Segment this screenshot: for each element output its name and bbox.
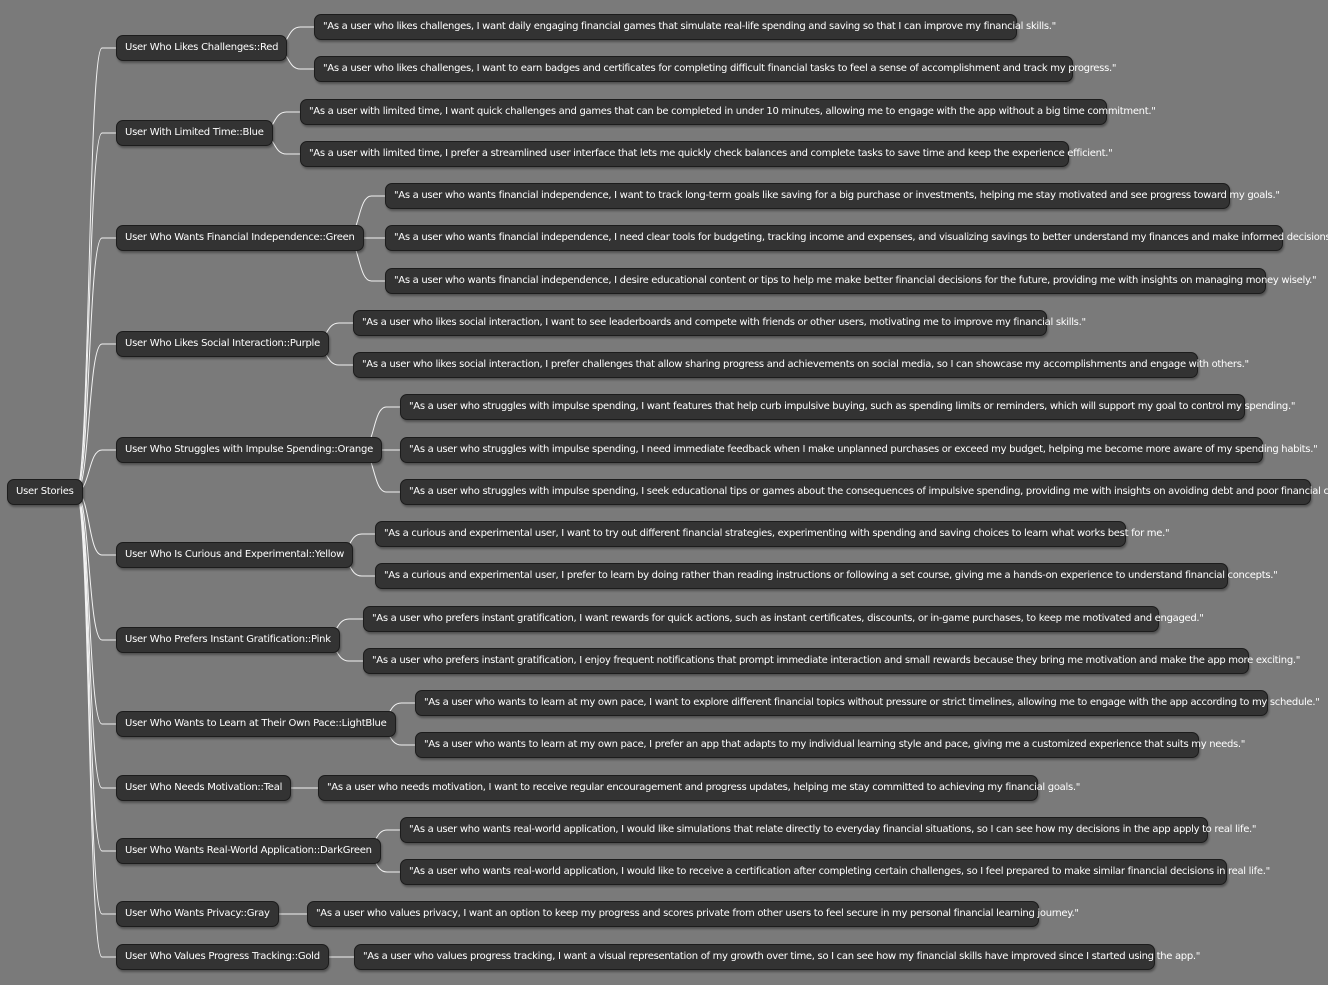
story-text: "As a user who likes social interaction,…	[362, 317, 1086, 328]
branch-node-user-who-wants-financial-independence[interactable]: User Who Wants Financial Independence::G…	[116, 225, 364, 251]
branch-label: User With Limited Time::Blue	[125, 127, 264, 138]
story-text: "As a user who wants financial independe…	[394, 190, 1280, 201]
branch-label: User Who Needs Motivation::Teal	[125, 782, 283, 793]
branch-node-user-who-values-progress-tracking[interactable]: User Who Values Progress Tracking::Gold	[116, 944, 329, 970]
story-text: "As a user who wants to learn at my own …	[424, 697, 1320, 708]
story-node[interactable]: "As a user who prefers instant gratifica…	[363, 648, 1300, 674]
branch-node-user-who-wants-to-learn-at-their-own-pace[interactable]: User Who Wants to Learn at Their Own Pac…	[116, 711, 396, 737]
branch-node-user-with-limited-time[interactable]: User With Limited Time::Blue	[116, 120, 273, 146]
story-node[interactable]: "As a user who wants real-world applicat…	[400, 859, 1270, 885]
story-node[interactable]: "As a curious and experimental user, I p…	[375, 563, 1278, 589]
story-text: "As a user who likes social interaction,…	[362, 359, 1249, 370]
story-node[interactable]: "As a user who struggles with impulse sp…	[400, 394, 1295, 420]
story-text: "As a user with limited time, I want qui…	[309, 106, 1156, 117]
story-text: "As a curious and experimental user, I w…	[384, 528, 1170, 539]
root-node[interactable]: User Stories	[7, 479, 83, 505]
story-text: "As a user who wants financial independe…	[394, 232, 1328, 243]
branch-node-user-who-needs-motivation[interactable]: User Who Needs Motivation::Teal	[116, 775, 292, 801]
branch-node-user-who-likes-challenges[interactable]: User Who Likes Challenges::Red	[116, 35, 288, 61]
story-text: "As a user who needs motivation, I want …	[327, 782, 1081, 793]
story-node[interactable]: "As a user who wants real-world applicat…	[400, 817, 1257, 843]
branch-label: User Who Likes Challenges::Red	[125, 42, 279, 53]
branch-label: User Who Wants Privacy::Gray	[125, 908, 270, 919]
story-node[interactable]: "As a user who struggles with impulse sp…	[400, 479, 1328, 505]
branch-label: User Who Wants Real-World Application::D…	[125, 845, 372, 856]
story-node[interactable]: "As a user with limited time, I want qui…	[300, 99, 1156, 125]
story-node[interactable]: "As a user who values progress tracking,…	[354, 944, 1200, 970]
story-text: "As a user who likes challenges, I want …	[323, 63, 1117, 74]
branch-label: User Who Prefers Instant Gratification::…	[125, 634, 331, 645]
story-text: "As a user who likes challenges, I want …	[323, 21, 1056, 32]
story-text: "As a user with limited time, I prefer a…	[309, 148, 1113, 159]
story-text: "As a user who wants real-world applicat…	[409, 866, 1270, 877]
story-text: "As a user who prefers instant gratifica…	[372, 613, 1204, 624]
story-node[interactable]: "As a user who wants to learn at my own …	[415, 732, 1245, 758]
story-node[interactable]: "As a user who wants financial independe…	[385, 268, 1317, 294]
branch-label: User Who Struggles with Impulse Spending…	[125, 444, 373, 455]
branch-node-user-who-is-curious-and-experimental[interactable]: User Who Is Curious and Experimental::Ye…	[116, 542, 354, 568]
story-text: "As a user who wants financial independe…	[394, 275, 1317, 286]
story-node[interactable]: "As a user who needs motivation, I want …	[318, 775, 1080, 801]
branch-node-user-who-likes-social-interaction[interactable]: User Who Likes Social Interaction::Purpl…	[116, 331, 329, 357]
root-branch-connector	[75, 491, 116, 852]
branch-label: User Who Wants Financial Independence::G…	[125, 232, 355, 243]
story-text: "As a user who values privacy, I want an…	[316, 908, 1079, 919]
story-node[interactable]: "As a user who prefers instant gratifica…	[363, 606, 1204, 632]
story-node[interactable]: "As a user who wants financial independe…	[385, 183, 1280, 209]
story-text: "As a user who struggles with impulse sp…	[409, 444, 1318, 455]
mindmap-canvas: User Stories User Who Likes Challenges::…	[0, 0, 1328, 985]
story-node[interactable]: "As a user who wants to learn at my own …	[415, 690, 1320, 716]
story-text: "As a user who prefers instant gratifica…	[372, 655, 1301, 666]
story-node[interactable]: "As a user who likes social interaction,…	[353, 352, 1249, 378]
story-node[interactable]: "As a curious and experimental user, I w…	[375, 521, 1170, 547]
branch-node-user-who-wants-privacy[interactable]: User Who Wants Privacy::Gray	[116, 901, 279, 927]
story-text: "As a curious and experimental user, I p…	[384, 570, 1278, 581]
branch-label: User Who Wants to Learn at Their Own Pac…	[125, 718, 387, 729]
story-node[interactable]: "As a user who likes challenges, I want …	[314, 14, 1056, 40]
branch-node-user-who-prefers-instant-gratification[interactable]: User Who Prefers Instant Gratification::…	[116, 627, 340, 653]
branch-node-user-who-struggles-with-impulse-spending[interactable]: User Who Struggles with Impulse Spending…	[116, 437, 382, 463]
story-text: "As a user who wants to learn at my own …	[424, 739, 1246, 750]
story-text: "As a user who struggles with impulse sp…	[409, 401, 1296, 412]
root-branch-connector	[75, 47, 116, 493]
story-node[interactable]: "As a user who likes challenges, I want …	[314, 56, 1116, 82]
branch-node-user-who-wants-real-world-application[interactable]: User Who Wants Real-World Application::D…	[116, 838, 381, 864]
branch-label: User Who Is Curious and Experimental::Ye…	[125, 549, 345, 560]
branch-label: User Who Likes Social Interaction::Purpl…	[125, 338, 320, 349]
story-node[interactable]: "As a user who struggles with impulse sp…	[400, 437, 1318, 463]
story-text: "As a user who values progress tracking,…	[363, 951, 1201, 962]
root-label: User Stories	[16, 486, 74, 497]
story-text: "As a user who wants real-world applicat…	[409, 824, 1257, 835]
story-node[interactable]: "As a user who likes social interaction,…	[353, 310, 1086, 336]
story-node[interactable]: "As a user who values privacy, I want an…	[307, 901, 1079, 927]
story-node[interactable]: "As a user who wants financial independe…	[385, 225, 1328, 251]
root-branch-connector	[75, 132, 116, 493]
branch-label: User Who Values Progress Tracking::Gold	[125, 951, 320, 962]
story-text: "As a user who struggles with impulse sp…	[409, 486, 1328, 497]
story-node[interactable]: "As a user with limited time, I prefer a…	[300, 141, 1113, 167]
